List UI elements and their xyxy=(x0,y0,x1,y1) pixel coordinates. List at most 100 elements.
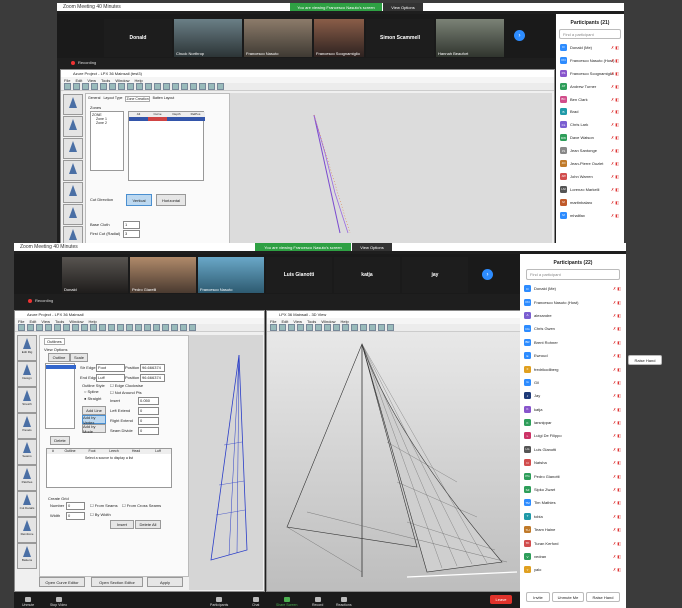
participant-row[interactable]: E Ewroud ✗◧ xyxy=(520,349,626,362)
position-input-1[interactable]: 96.666374 xyxy=(140,364,165,372)
side-tool-stretch[interactable]: Stretch xyxy=(17,387,37,413)
tool-icon[interactable] xyxy=(36,324,43,331)
tool-icon[interactable] xyxy=(63,324,70,331)
tool-icon[interactable] xyxy=(81,324,88,331)
edge-clockwise-checkbox[interactable]: ☐ Edge Clockwise xyxy=(110,383,143,388)
record-control[interactable]: Record xyxy=(312,591,323,608)
back-next-page-icon[interactable]: › xyxy=(514,30,525,41)
delete-outline-button[interactable]: Delete xyxy=(50,436,70,445)
right-extend-input[interactable]: 0 xyxy=(138,417,159,425)
back-raise-hand-button[interactable]: Raise Hand xyxy=(628,355,662,365)
participant-row[interactable]: Klarsnippar ✗◧ xyxy=(520,416,626,429)
tool-icon[interactable] xyxy=(126,324,133,331)
from-cross-seams-checkbox[interactable]: ☐ From Cross Seams xyxy=(122,503,161,508)
invite-button[interactable]: Invite xyxy=(526,592,550,602)
outline-view-button[interactable]: Outline xyxy=(48,353,70,362)
tool-icon[interactable] xyxy=(360,324,367,331)
number-input[interactable]: 0 xyxy=(66,502,85,510)
tool-icon[interactable] xyxy=(172,83,179,90)
menu-view[interactable]: View xyxy=(87,78,96,83)
tab-zone-creation[interactable]: Zone Creation xyxy=(125,96,150,102)
menu-tools[interactable]: Tools xyxy=(55,319,64,324)
menu-help[interactable]: Help xyxy=(341,319,349,324)
menu-file[interactable]: File xyxy=(270,319,276,324)
tab-general[interactable]: General xyxy=(88,96,100,102)
menu-window[interactable]: Window xyxy=(115,78,129,83)
side-tool-patches[interactable]: Patches xyxy=(17,465,37,491)
tree-zone-2[interactable]: Zone 2 xyxy=(92,121,122,125)
participant-row[interactable]: CL Chris Lark ✗◧ xyxy=(556,118,624,131)
participant-row[interactable]: TK Turan Kerford ✗◧ xyxy=(520,536,626,549)
side-tool-seams[interactable]: Seams xyxy=(17,439,37,465)
add-by-mode-button[interactable]: Add by Mode xyxy=(82,424,106,434)
tool-icon[interactable] xyxy=(333,324,340,331)
participant-row[interactable]: Aalexandre ✗◧ xyxy=(520,309,626,322)
by-width-checkbox[interactable]: ☐ By Width xyxy=(90,512,111,517)
tool-icon[interactable] xyxy=(117,324,124,331)
tool-icon[interactable] xyxy=(288,324,295,331)
end-edge-select[interactable]: Luff xyxy=(96,374,125,382)
back-participant-search[interactable]: Find a participant xyxy=(559,29,621,39)
back-side-tool-stretch[interactable] xyxy=(63,138,83,159)
participant-row[interactable]: LG Luis Gianotti ✗◧ xyxy=(520,443,626,456)
tool-icon[interactable] xyxy=(127,83,134,90)
back-side-tool-seams[interactable] xyxy=(63,182,83,203)
menu-edit[interactable]: Edit xyxy=(75,78,82,83)
participant-row[interactable]: BC Ben Clark ✗◧ xyxy=(556,93,624,106)
side-tool-design[interactable]: Design xyxy=(17,361,37,387)
tool-icon[interactable] xyxy=(136,83,143,90)
tool-icon[interactable] xyxy=(208,83,215,90)
seam-divide-input[interactable]: 0 xyxy=(138,427,159,435)
tool-icon[interactable] xyxy=(342,324,349,331)
tool-icon[interactable] xyxy=(82,83,89,90)
participant-row[interactable]: JW John Warren ✗◧ xyxy=(556,170,624,183)
apply-button[interactable]: Apply xyxy=(147,577,183,587)
menu-window[interactable]: Window xyxy=(69,319,83,324)
tool-icon[interactable] xyxy=(181,83,188,90)
tool-icon[interactable] xyxy=(45,324,52,331)
first-cut-input[interactable]: 3 xyxy=(123,230,140,238)
tab-outlines[interactable]: Outlines xyxy=(44,338,65,345)
participant-row[interactable]: JS Jean Santonge ✗◧ xyxy=(556,144,624,157)
side-tool-reinforce[interactable]: Reinforce xyxy=(17,517,37,543)
unmute-me-button[interactable]: Unmute Me xyxy=(552,592,584,602)
outline-list-selected[interactable] xyxy=(46,365,76,369)
menu-help[interactable]: Help xyxy=(89,319,97,324)
participant-row[interactable]: DW Dave Watson ✗◧ xyxy=(556,131,624,144)
tool-icon[interactable] xyxy=(135,324,142,331)
tool-icon[interactable] xyxy=(54,324,61,331)
menu-view[interactable]: View xyxy=(293,319,302,324)
tool-icon[interactable] xyxy=(64,83,71,90)
front-next-page-icon[interactable]: › xyxy=(482,269,493,280)
menu-view[interactable]: View xyxy=(41,319,50,324)
menu-edit[interactable]: Edit xyxy=(281,319,288,324)
tool-icon[interactable] xyxy=(189,324,196,331)
participant-row[interactable]: Vvedran ✗◧ xyxy=(520,550,626,563)
tool-icon[interactable] xyxy=(18,324,25,331)
menu-tools[interactable]: Tools xyxy=(307,319,316,324)
reactions-control[interactable]: Reactions xyxy=(336,591,352,608)
participant-row[interactable]: PG Pedro Gianotti ✗◧ xyxy=(520,469,626,482)
zone-tree[interactable]: ZONE Zone 1 Zone 2 xyxy=(90,111,124,171)
tool-icon[interactable] xyxy=(90,324,97,331)
insert-grid-button[interactable]: Insert xyxy=(110,520,134,529)
tool-icon[interactable] xyxy=(163,83,170,90)
tool-icon[interactable] xyxy=(153,324,160,331)
left-extend-input[interactable]: 0 xyxy=(138,407,159,415)
tool-icon[interactable] xyxy=(324,324,331,331)
participant-row[interactable]: J Jay ✗◧ xyxy=(520,389,626,402)
participant-row[interactable]: Ttobia ✗◧ xyxy=(520,510,626,523)
insert-input[interactable]: 0.050 xyxy=(138,397,159,405)
menu-file[interactable]: File xyxy=(18,319,24,324)
straight-radio[interactable]: ● Straight xyxy=(84,396,101,401)
open-section-editor-button[interactable]: Open Section Editor xyxy=(91,577,143,587)
tool-icon[interactable] xyxy=(145,83,152,90)
tool-icon[interactable] xyxy=(180,324,187,331)
not-around-pts-checkbox[interactable]: ☐ Not Around Pts xyxy=(110,390,142,395)
participant-row[interactable]: D Donald (Me) ✗◧ xyxy=(520,282,626,295)
menu-window[interactable]: Window xyxy=(321,319,335,324)
tool-icon[interactable] xyxy=(162,324,169,331)
tool-icon[interactable] xyxy=(171,324,178,331)
participant-row[interactable]: FS Francesco Scognamiglio ✗◧ xyxy=(556,67,624,80)
start-edge-select[interactable]: Foot xyxy=(96,364,125,372)
